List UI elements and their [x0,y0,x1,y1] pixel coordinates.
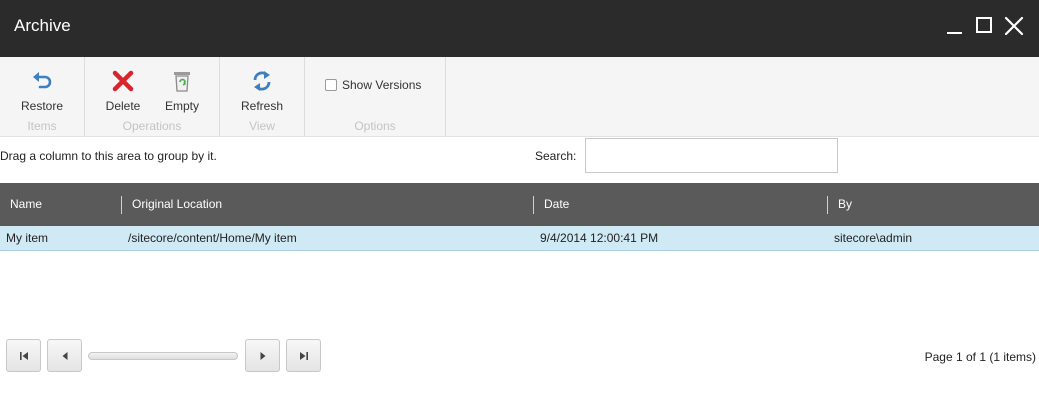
search-input[interactable] [585,138,838,173]
close-button[interactable] [1002,14,1026,38]
delete-button[interactable]: Delete [93,69,153,117]
recycle-bin-icon [174,72,190,92]
search-label: Search: [535,149,577,163]
group-label-view: View [249,119,275,133]
group-label-items: Items [27,119,57,133]
cell-original-location: /sitecore/content/Home/My item [128,231,297,245]
table-row[interactable]: My item /sitecore/content/Home/My item 9… [0,226,1039,251]
refresh-button[interactable]: Refresh [232,69,292,117]
cell-name: My item [6,231,48,245]
show-versions-label: Show Versions [342,78,422,92]
column-header-original-location[interactable]: Original Location [132,183,222,226]
refresh-label: Refresh [240,99,284,113]
column-header-name[interactable]: Name [10,183,42,226]
first-page-button[interactable] [6,339,41,372]
column-resize-handle[interactable] [827,196,828,214]
restore-label: Restore [20,99,64,113]
window-titlebar: Archive [0,0,1039,57]
ribbon-group-items: Restore Items [0,57,85,137]
group-by-hint[interactable]: Drag a column to this area to group by i… [0,149,217,163]
column-header-date[interactable]: Date [544,183,569,226]
minimize-icon [947,32,962,34]
first-page-icon [19,351,28,360]
delete-label: Delete [105,99,141,113]
close-icon [1004,16,1024,36]
pager-slider[interactable] [88,352,238,360]
red-x-icon [112,70,134,92]
minimize-button[interactable] [943,14,967,38]
ribbon-toolbar: Restore Items Delete Empty Operations Re… [0,57,1039,137]
maximize-button[interactable] [972,14,996,38]
show-versions-checkbox[interactable] [325,79,337,91]
previous-page-button[interactable] [47,339,82,372]
show-versions-toggle[interactable]: Show Versions [325,77,421,93]
last-page-button[interactable] [286,339,321,372]
chevron-left-icon [62,351,67,360]
restore-button[interactable]: Restore [12,69,72,117]
restore-arrow-icon [33,72,52,89]
last-page-icon [299,351,308,360]
column-resize-handle[interactable] [121,196,122,214]
ribbon-group-operations: Delete Empty Operations [85,57,220,137]
grid-header: Name Original Location Date By [0,183,1039,226]
refresh-icon [253,71,271,91]
ribbon-group-options: Show Versions Options [305,57,446,137]
cell-by: sitecore\admin [834,231,913,245]
cell-date: 9/4/2014 12:00:41 PM [540,231,659,245]
ribbon-group-view: Refresh View [220,57,305,137]
column-header-by[interactable]: By [838,183,852,226]
chevron-right-icon [260,351,265,360]
empty-button[interactable]: Empty [152,69,212,117]
page-info: Page 1 of 1 (1 items) [924,350,1036,364]
maximize-icon [976,17,992,33]
column-resize-handle[interactable] [533,196,534,214]
window-title: Archive [14,16,71,35]
empty-label: Empty [164,99,199,113]
group-by-bar: Drag a column to this area to group by i… [0,138,1039,183]
next-page-button[interactable] [245,339,280,372]
group-label-operations: Operations [122,119,182,133]
group-label-options: Options [354,119,396,133]
